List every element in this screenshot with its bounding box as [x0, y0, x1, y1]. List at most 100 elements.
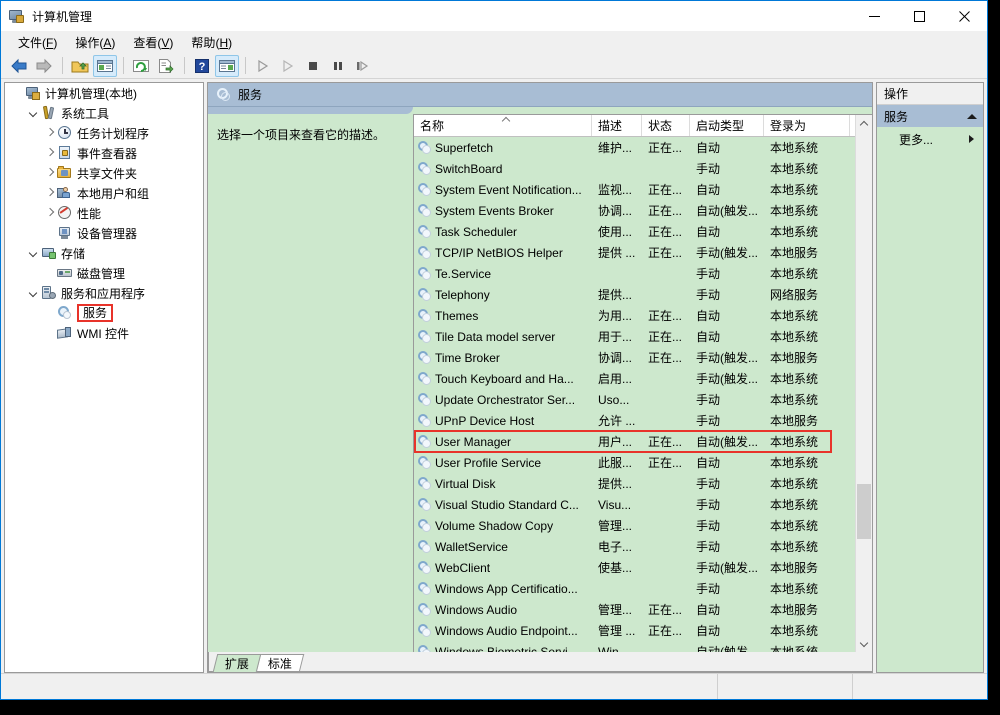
show-hide-tree-icon[interactable] — [93, 54, 117, 77]
chevron-down-icon[interactable] — [25, 109, 41, 118]
pane-header-title: 服务 — [238, 88, 263, 102]
scrollbar-thumb[interactable] — [857, 484, 871, 540]
chevron-right-icon[interactable] — [41, 129, 57, 138]
back-icon[interactable] — [7, 55, 31, 77]
table-row[interactable]: Telephony 提供... 手动 网络服务 — [414, 284, 855, 305]
table-row[interactable]: Update Orchestrator Ser... Uso... 手动 本地系统 — [414, 389, 855, 410]
tree-node-label: 任务计划程序 — [77, 126, 150, 141]
tab-0[interactable]: 扩展 — [212, 654, 262, 672]
cell-text: 管理... — [598, 603, 633, 617]
tree-node-11[interactable]: 服务 — [5, 303, 203, 323]
table-row[interactable]: Visual Studio Standard C... Visu... 手动 本地系统 — [414, 494, 855, 515]
stop-service-icon[interactable] — [301, 55, 325, 77]
tree-node-12[interactable]: WMI 控件 — [5, 323, 203, 343]
help-icon[interactable]: ? — [190, 55, 214, 77]
table-row[interactable]: Windows Audio Endpoint... 管理 ... 正在... 自动 本地… — [414, 620, 855, 641]
action-more[interactable]: 更多... — [877, 129, 983, 149]
chevron-right-icon[interactable] — [41, 149, 57, 158]
menu-view[interactable]: 查看(V) — [124, 32, 182, 53]
forward-icon[interactable] — [32, 55, 56, 77]
scroll-down-icon[interactable] — [856, 635, 872, 652]
tree-node-6[interactable]: 性能 — [5, 203, 203, 223]
pause-service-icon[interactable] — [326, 55, 350, 77]
table-row[interactable]: WalletService 电子... 手动 本地系统 — [414, 536, 855, 557]
service-gear-icon — [417, 392, 432, 407]
start-service-icon[interactable] — [251, 55, 275, 77]
export-list-icon[interactable] — [154, 55, 178, 77]
tree-node-5[interactable]: 本地用户和组 — [5, 183, 203, 203]
cell-logon: 本地系统 — [764, 580, 850, 597]
main-body: 计算机管理(本地) 系统工具任务计划程序事件查看器 共享文件夹 本地用户和组 性能 设备管… — [1, 79, 987, 673]
tree-node-label: 服务 — [77, 304, 114, 322]
tree-node-10[interactable]: 服务和应用程序 — [5, 283, 203, 303]
tree-node-4[interactable]: 共享文件夹 — [5, 163, 203, 183]
cell-logon: 本地服务 — [764, 349, 850, 366]
table-row[interactable]: Virtual Disk 提供... 手动 本地系统 — [414, 473, 855, 494]
table-row[interactable]: WebClient 使基... 手动(触发... 本地服务 — [414, 557, 855, 578]
menu-action[interactable]: 操作(A) — [66, 32, 124, 53]
tree-node-7[interactable]: 设备管理器 — [5, 223, 203, 243]
tree-node-8[interactable]: 存储 — [5, 243, 203, 263]
tree-node-3[interactable]: 事件查看器 — [5, 143, 203, 163]
cell-name: Windows App Certificatio... — [414, 581, 592, 596]
close-button[interactable] — [942, 1, 987, 31]
column-header-2[interactable]: 状态 — [642, 115, 690, 136]
scroll-up-icon[interactable] — [856, 115, 872, 132]
table-row[interactable]: Themes 为用... 正在... 自动 本地系统 — [414, 305, 855, 326]
scrollbar-track[interactable] — [856, 132, 872, 635]
table-row[interactable]: UPnP Device Host 允许 ... 手动 本地服务 — [414, 410, 855, 431]
table-row[interactable]: Windows Biometric Servi... Win... 自动(触发...… — [414, 641, 855, 652]
column-header-row[interactable]: 名称 描述 状态 启动类型 登录为 — [414, 115, 855, 137]
list-scrollbar[interactable] — [855, 115, 872, 652]
tree-node-2[interactable]: 任务计划程序 — [5, 123, 203, 143]
column-header-3[interactable]: 启动类型 — [690, 115, 764, 136]
chevron-down-icon[interactable] — [25, 249, 41, 258]
table-row[interactable]: User Profile Service 此服... 正在... 自动 本地系统 — [414, 452, 855, 473]
services-grid: 名称 描述 状态 启动类型 登录为 Superfetch 维护... 正在... 自动 本地系统… — [414, 115, 855, 652]
service-gear-icon — [417, 287, 432, 302]
chevron-right-icon[interactable] — [41, 189, 57, 198]
cell-text: 手动 — [696, 582, 721, 596]
restart-service-icon[interactable] — [351, 55, 375, 77]
maximize-button[interactable] — [897, 1, 942, 31]
chevron-right-icon[interactable] — [41, 209, 57, 218]
table-row[interactable]: Tile Data model server 用于... 正在... 自动 本地系统 — [414, 326, 855, 347]
table-row[interactable]: Touch Keyboard and Ha... 启用... 手动(触发... 本地系… — [414, 368, 855, 389]
table-row[interactable]: Time Broker 协调... 正在... 手动(触发... 本地服务 — [414, 347, 855, 368]
cell-text: 本地系统 — [770, 309, 819, 323]
services-rows[interactable]: Superfetch 维护... 正在... 自动 本地系统 SwitchBoard 手动本… — [414, 137, 855, 652]
tab-1[interactable]: 标准 — [255, 654, 305, 672]
table-row[interactable]: Superfetch 维护... 正在... 自动 本地系统 — [414, 137, 855, 158]
up-folder-icon[interactable] — [68, 55, 92, 77]
cell-text: 正在... — [648, 351, 683, 365]
chevron-right-icon[interactable] — [41, 169, 57, 178]
table-row[interactable]: Te.Service 手动 本地系统 — [414, 263, 855, 284]
column-header-label: 登录为 — [770, 119, 807, 133]
menu-help[interactable]: 帮助(H) — [182, 32, 241, 53]
table-row[interactable]: Windows App Certificatio... 手动 本地系统 — [414, 578, 855, 599]
table-row[interactable]: TCP/IP NetBIOS Helper 提供 ... 正在... 手动(触发...… — [414, 242, 855, 263]
column-header-4[interactable]: 登录为 — [764, 115, 850, 136]
table-row[interactable]: System Events Broker 协调... 正在... 自动(触发... 本地… — [414, 200, 855, 221]
table-row[interactable]: System Event Notification... 监视... 正在... 自动… — [414, 179, 855, 200]
tree-node-9[interactable]: 磁盘管理 — [5, 263, 203, 283]
menu-file[interactable]: 文件(F) — [9, 32, 66, 53]
table-row[interactable]: Volume Shadow Copy 管理... 手动 本地系统 — [414, 515, 855, 536]
tree-node-0[interactable]: 计算机管理(本地) — [5, 83, 203, 103]
cell-name: Superfetch — [414, 140, 592, 155]
refresh-icon[interactable] — [129, 55, 153, 77]
table-row[interactable]: Task Scheduler 使用... 正在... 自动 本地系统 — [414, 221, 855, 242]
tree-node-1[interactable]: 系统工具 — [5, 103, 203, 123]
column-header-0[interactable]: 名称 — [414, 115, 592, 136]
resume-service-icon[interactable] — [276, 55, 300, 77]
table-row[interactable]: Windows Audio 管理... 正在... 自动 本地服务 — [414, 599, 855, 620]
table-row[interactable]: SwitchBoard 手动 本地系统 — [414, 158, 855, 179]
table-row[interactable]: User Manager 用户... 正在... 自动(触发... 本地系统 — [414, 431, 855, 452]
show-action-pane-icon[interactable] — [215, 54, 239, 77]
minimize-button[interactable] — [852, 1, 897, 31]
console-tree[interactable]: 计算机管理(本地) 系统工具任务计划程序事件查看器 共享文件夹 本地用户和组 性能 设备管… — [4, 82, 204, 673]
actions-group-services[interactable]: 服务 — [877, 105, 983, 127]
column-header-1[interactable]: 描述 — [592, 115, 642, 136]
chevron-down-icon[interactable] — [25, 289, 41, 298]
caret-up-icon[interactable] — [967, 113, 977, 120]
